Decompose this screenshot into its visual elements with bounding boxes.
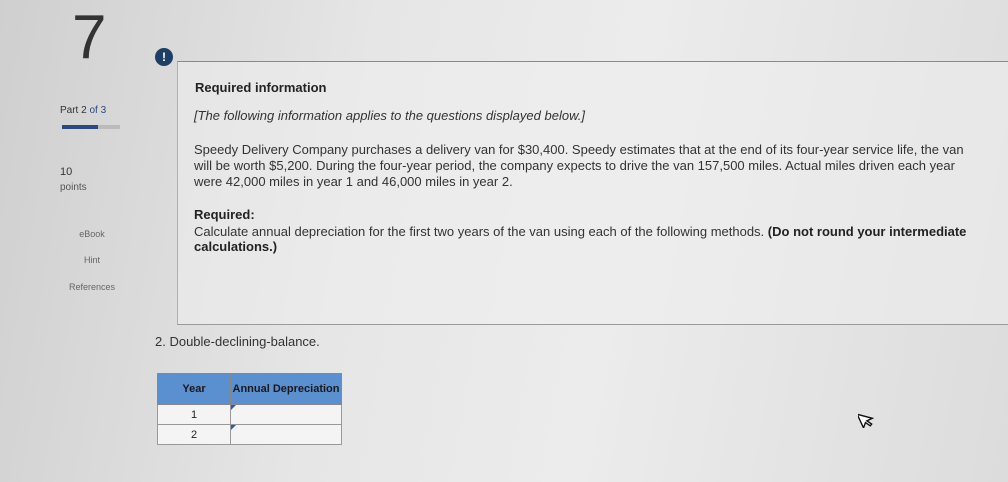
required-information-title: Required information — [195, 80, 327, 95]
required-information-panel — [177, 61, 1008, 325]
depreciation-input-year-1[interactable] — [230, 404, 342, 425]
year-cell: 1 — [157, 404, 231, 425]
question-number: 7 — [72, 3, 107, 72]
hint-link[interactable]: Hint — [52, 255, 132, 265]
input-flag-icon — [231, 425, 236, 430]
problem-paragraph: Speedy Delivery Company purchases a deli… — [194, 142, 964, 189]
annual-depreciation-header: Annual Depreciation — [230, 373, 342, 405]
part-indicator: Part 2 of 3 — [60, 105, 106, 116]
points-label: points — [60, 182, 87, 193]
references-link[interactable]: References — [52, 282, 132, 292]
table-row: 1 — [157, 404, 342, 425]
required-label: Required: — [194, 207, 255, 222]
info-note: [The following information applies to th… — [194, 108, 585, 123]
depreciation-table: Year Annual Depreciation 1 2 — [157, 373, 342, 445]
ebook-link[interactable]: eBook — [52, 229, 132, 239]
input-flag-icon — [231, 405, 236, 410]
year-header: Year — [157, 373, 231, 405]
part-progress-track — [98, 125, 120, 129]
year-cell: 2 — [157, 424, 231, 445]
part-prefix: Part — [60, 105, 79, 116]
alert-icon: ! — [155, 48, 173, 66]
part-of: of 3 — [89, 105, 107, 116]
points-value: 10 — [60, 166, 73, 178]
required-instructions: Calculate annual depreciation for the fi… — [194, 224, 984, 254]
table-row: 2 — [157, 424, 342, 445]
sub-question-label: 2. Double-declining-balance. — [155, 334, 320, 349]
mouse-cursor-icon — [858, 413, 874, 428]
required-text: Calculate annual depreciation for the fi… — [194, 224, 765, 239]
part-progress-bar — [62, 125, 98, 129]
depreciation-input-year-2[interactable] — [230, 424, 342, 445]
part-current: 2 — [81, 105, 87, 116]
